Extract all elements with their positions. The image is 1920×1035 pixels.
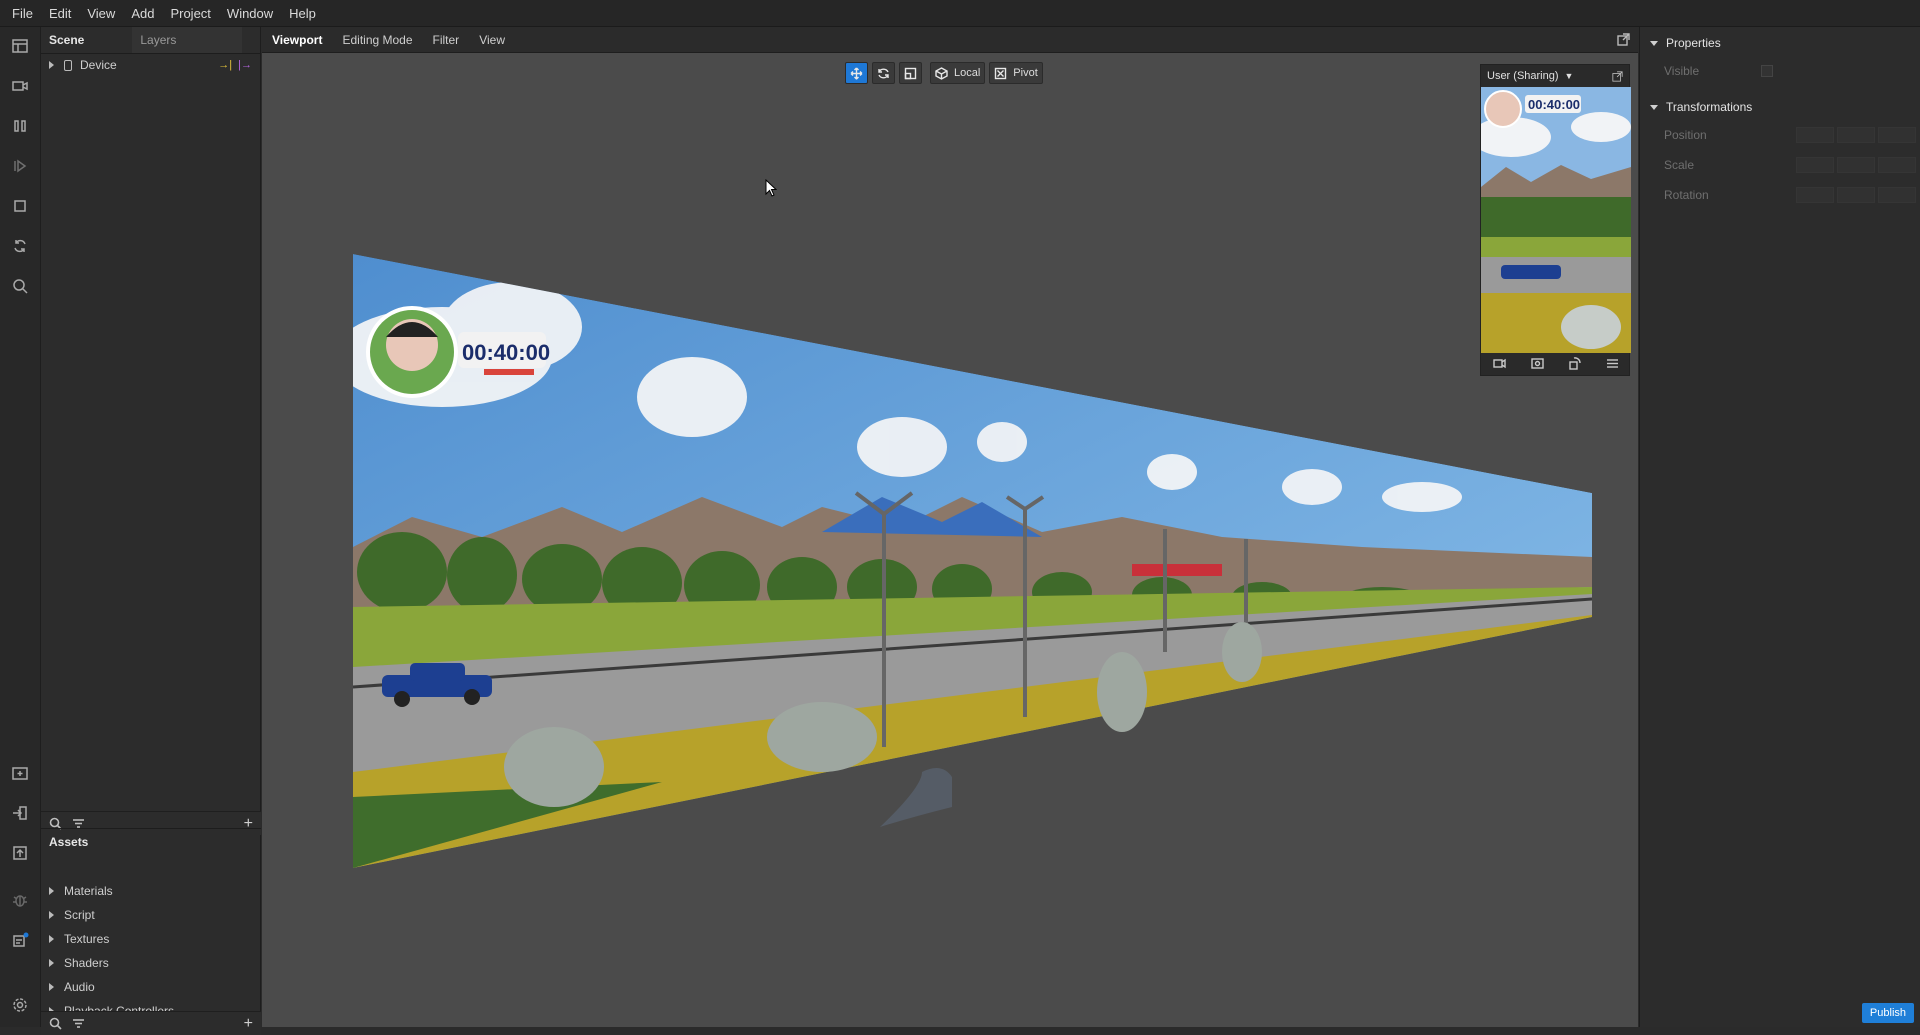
login-icon[interactable] (9, 802, 31, 824)
import-icon[interactable] (9, 762, 31, 784)
mouse-cursor-icon (765, 179, 777, 197)
scene-panel: Scene Layers Device →| |→ + Assets Mater… (41, 27, 261, 1035)
pin-from-icon[interactable]: |→ (238, 59, 252, 71)
preview-user-label[interactable]: User (Sharing) (1487, 70, 1559, 82)
asset-folder-label: Textures (64, 932, 110, 946)
device-icon (64, 59, 72, 71)
filter-icon[interactable] (72, 1017, 85, 1030)
pin-to-icon[interactable]: →| (218, 59, 232, 71)
visible-checkbox[interactable] (1761, 65, 1774, 77)
menu-window[interactable]: Window (219, 0, 281, 27)
search-icon[interactable] (9, 275, 31, 297)
expand-arrow-icon[interactable] (49, 887, 54, 895)
publish-button[interactable]: Publish (1861, 1003, 1914, 1023)
collapse-arrow-icon[interactable] (1650, 104, 1658, 110)
rotation-label: Rotation (1664, 188, 1709, 202)
expand-arrow-icon[interactable] (49, 61, 54, 69)
rotation-z-field[interactable] (1878, 187, 1916, 203)
position-row: Position (1640, 120, 1920, 150)
tree-item-device[interactable]: Device →| |→ (41, 54, 260, 76)
tree-item-label: Device (80, 58, 117, 72)
step-icon[interactable] (9, 155, 31, 177)
upload-icon[interactable] (9, 842, 31, 864)
expand-arrow-icon[interactable] (49, 911, 54, 919)
asset-folder-label: Shaders (64, 956, 109, 970)
refresh-icon[interactable] (9, 235, 31, 257)
assets-title: Assets (41, 828, 261, 854)
stop-icon[interactable] (9, 195, 31, 217)
camera-icon[interactable] (9, 75, 31, 97)
settings-icon[interactable] (9, 994, 31, 1016)
position-z-field[interactable] (1878, 127, 1916, 143)
asset-folder-script[interactable]: Script (41, 903, 261, 927)
position-x-field[interactable] (1796, 127, 1834, 143)
tab-layers[interactable]: Layers (132, 27, 243, 53)
expand-arrow-icon[interactable] (49, 983, 54, 991)
scale-y-field[interactable] (1837, 157, 1875, 173)
asset-folder-audio[interactable]: Audio (41, 975, 261, 999)
notification-icon[interactable] (9, 929, 31, 951)
scale-row: Scale (1640, 150, 1920, 180)
device-preview: User (Sharing) ▼ 00:40:00 (1480, 64, 1631, 376)
transformations-section[interactable]: Transformations (1640, 94, 1920, 120)
layout-icon[interactable] (9, 35, 31, 57)
collapse-arrow-icon[interactable] (1650, 40, 1658, 46)
menu-help[interactable]: Help (281, 0, 324, 27)
add-asset-button[interactable]: + (244, 1015, 253, 1032)
menu-add[interactable]: Add (123, 0, 162, 27)
rotation-row: Rotation (1640, 180, 1920, 210)
expand-arrow-icon[interactable] (49, 959, 54, 967)
tab-scene[interactable]: Scene (41, 27, 92, 53)
asset-list: Materials Script Textures Shaders Audio … (41, 879, 261, 1023)
rotate-device-icon[interactable] (1568, 356, 1581, 370)
properties-section[interactable]: Properties (1640, 30, 1920, 56)
properties-panel: Properties Visible Transformations Posit… (1639, 27, 1920, 1027)
rotation-x-field[interactable] (1796, 187, 1834, 203)
asset-folder-shaders[interactable]: Shaders (41, 951, 261, 975)
properties-title: Properties (1666, 36, 1721, 50)
preview-image[interactable]: 00:40:00 (1481, 87, 1631, 353)
menu-bar: File Edit View Add Project Window Help (0, 0, 1920, 27)
transformations-title: Transformations (1666, 100, 1753, 114)
visible-label: Visible (1664, 64, 1700, 78)
viewport-panel: Viewport Editing Mode Filter View Local … (262, 27, 1638, 1027)
position-label: Position (1664, 128, 1707, 142)
asset-folder-textures[interactable]: Textures (41, 927, 261, 951)
asset-folder-label: Audio (64, 980, 95, 994)
scene-render[interactable]: 00:40:00 (262, 27, 1638, 1027)
pause-icon[interactable] (9, 115, 31, 137)
expand-arrow-icon[interactable] (49, 935, 54, 943)
screenshot-icon[interactable] (1531, 357, 1544, 370)
timer-text: 00:40:00 (462, 340, 550, 365)
pigeon-sprite[interactable] (880, 768, 952, 827)
menu-icon[interactable] (1606, 357, 1619, 370)
preview-timer-text: 00:40:00 (1528, 97, 1580, 112)
menu-file[interactable]: File (4, 0, 41, 27)
scale-x-field[interactable] (1796, 157, 1834, 173)
pop-out-icon[interactable] (1612, 70, 1623, 82)
record-icon[interactable] (1493, 357, 1506, 370)
scale-label: Scale (1664, 158, 1695, 172)
search-icon[interactable] (49, 1017, 62, 1030)
bug-icon[interactable] (9, 889, 31, 911)
position-y-field[interactable] (1837, 127, 1875, 143)
menu-edit[interactable]: Edit (41, 0, 79, 27)
asset-folder-label: Script (64, 908, 95, 922)
asset-folder-label: Materials (64, 884, 113, 898)
assets-footer: + (41, 1011, 261, 1035)
scale-z-field[interactable] (1878, 157, 1916, 173)
asset-folder-materials[interactable]: Materials (41, 879, 261, 903)
visible-row: Visible (1640, 56, 1920, 86)
rotation-y-field[interactable] (1837, 187, 1875, 203)
chevron-down-icon[interactable]: ▼ (1565, 71, 1574, 81)
tool-rail (0, 27, 41, 1027)
menu-view[interactable]: View (79, 0, 123, 27)
menu-project[interactable]: Project (162, 0, 218, 27)
